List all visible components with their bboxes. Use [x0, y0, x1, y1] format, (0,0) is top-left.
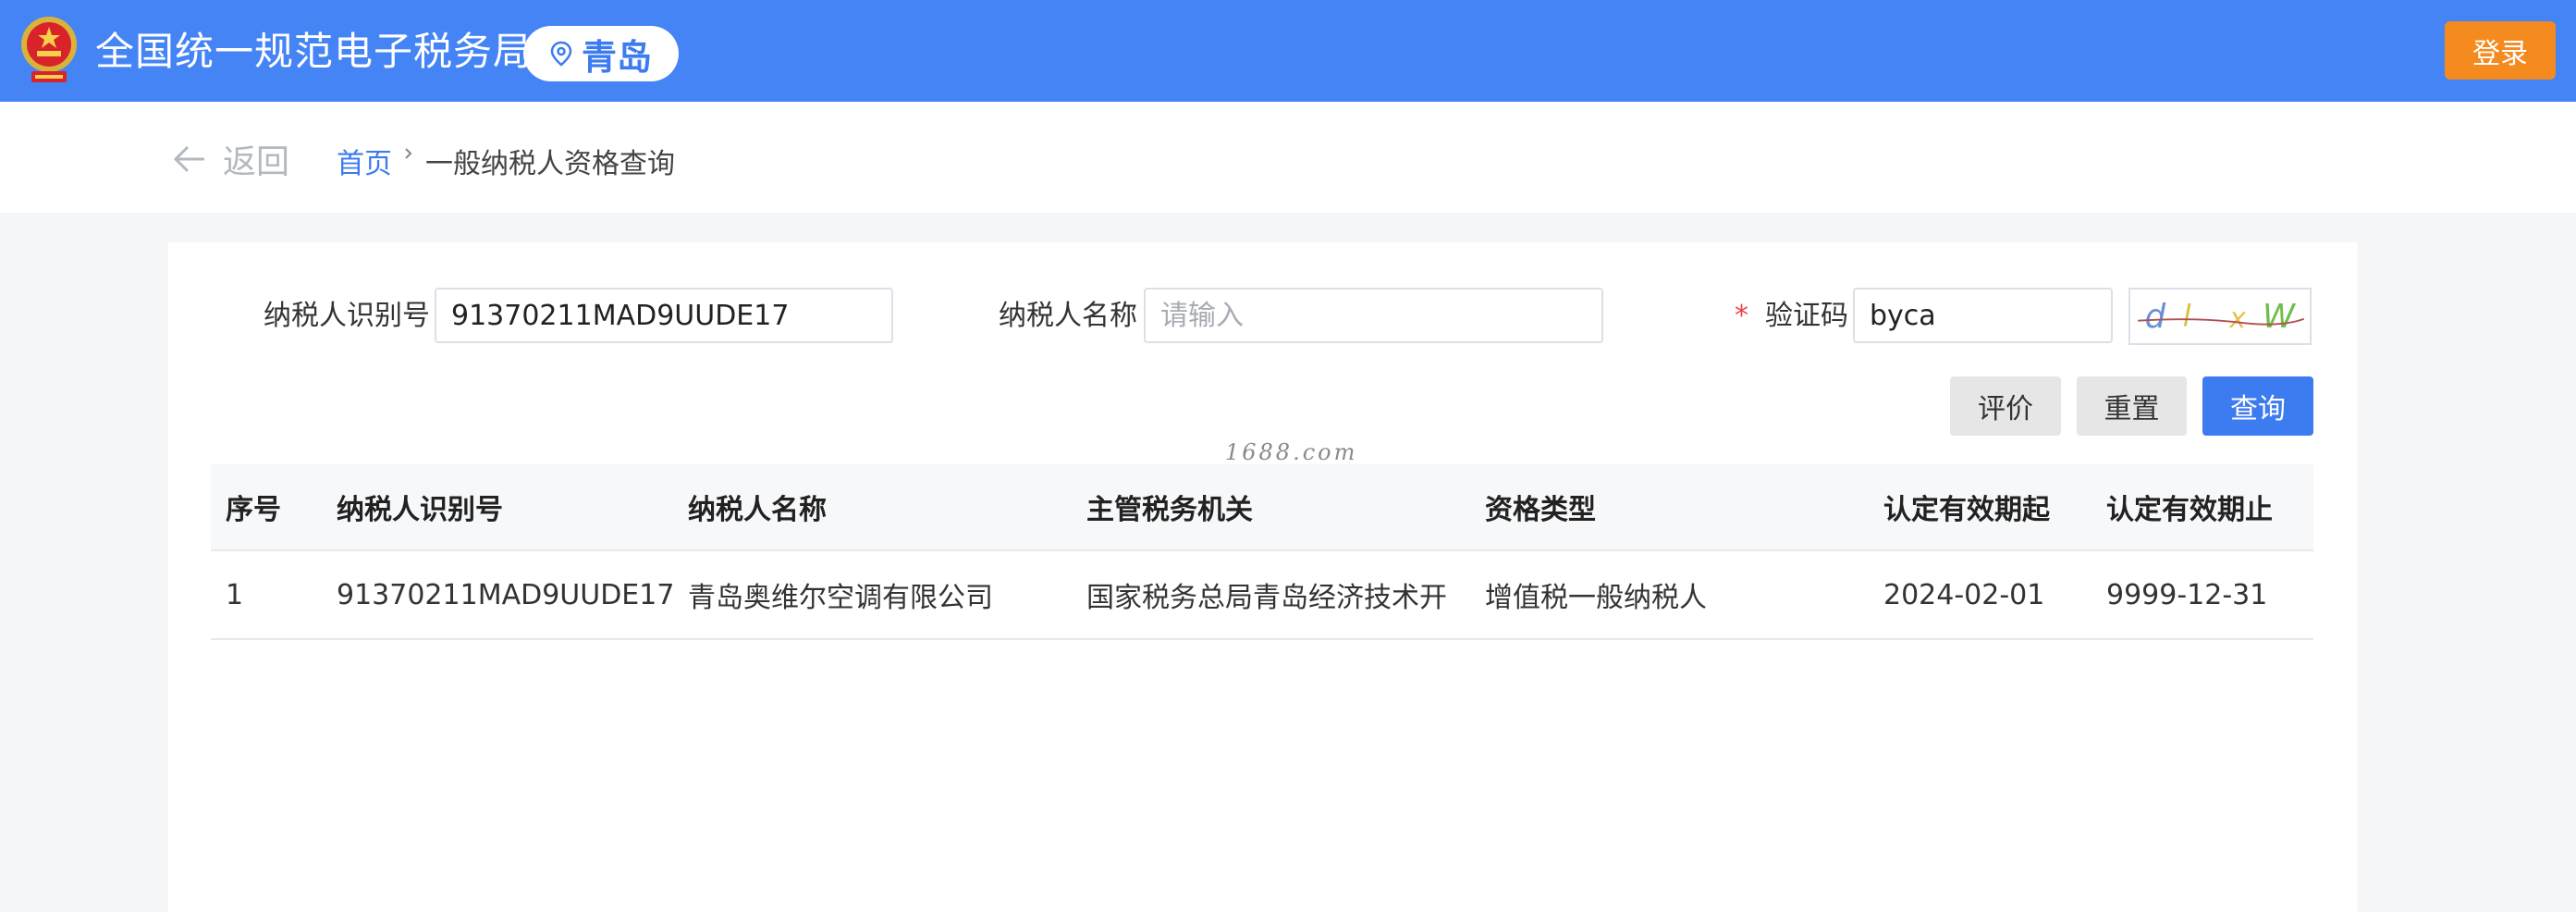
- login-button[interactable]: 登录: [2445, 21, 2556, 80]
- taxpayer-id-label: 纳税人识别号: [264, 300, 430, 332]
- top-header: 全国统一规范电子税务局 青岛 登录: [0, 0, 2576, 102]
- captcha-image[interactable]: d l x W: [2128, 288, 2312, 345]
- taxpayer-name-label: 纳税人名称: [999, 300, 1137, 332]
- column-header: 序号: [226, 494, 281, 526]
- watermark: 1688.com: [1225, 439, 1358, 465]
- captcha-char: d: [2145, 298, 2166, 336]
- table-header: 序号 纳税人识别号 纳税人名称 主管税务机关 资格类型 认定有效期起 认定有效期…: [211, 464, 2313, 551]
- column-header: 认定有效期起: [1883, 494, 2050, 526]
- reset-button[interactable]: 重置: [2077, 376, 2187, 436]
- table-cell: 9999-12-31: [2106, 578, 2268, 611]
- location-pin-icon: [550, 41, 572, 67]
- region-label: 青岛: [581, 36, 652, 78]
- site-title: 全国统一规范电子税务局: [95, 29, 534, 74]
- national-emblem-icon: [21, 17, 77, 82]
- column-header: 主管税务机关: [1086, 494, 1253, 526]
- captcha-char: W: [2263, 298, 2297, 336]
- taxpayer-id-input[interactable]: [435, 288, 893, 343]
- breadcrumb-bar: 返回 首页 一般纳税人资格查询: [0, 102, 2576, 213]
- evaluate-button[interactable]: 评价: [1950, 376, 2061, 436]
- chevron-right-icon: [405, 148, 412, 159]
- back-button[interactable]: 返回: [171, 135, 289, 183]
- table-cell: 2024-02-01: [1883, 578, 2045, 611]
- breadcrumb-home-link[interactable]: 首页: [337, 141, 392, 181]
- captcha-input[interactable]: [1853, 288, 2113, 343]
- query-panel: 纳税人识别号 纳税人名称 * 验证码 d l x W 评价 重置 查询 1688.…: [168, 242, 2358, 912]
- table-cell: 91370211MAD9UUDE17: [337, 578, 675, 611]
- captcha-char: x: [2228, 302, 2246, 335]
- column-header: 纳税人识别号: [337, 494, 503, 526]
- query-button[interactable]: 查询: [2202, 376, 2313, 436]
- table-row[interactable]: 1 91370211MAD9UUDE17 青岛奥维尔空调有限公司 国家税务总局青…: [211, 551, 2313, 640]
- table-cell: 国家税务总局青岛经济技术开...: [1086, 582, 1447, 614]
- results-table: 序号 纳税人识别号 纳税人名称 主管税务机关 资格类型 认定有效期起 认定有效期…: [211, 464, 2313, 640]
- breadcrumb-current: 一般纳税人资格查询: [425, 148, 675, 180]
- column-header: 资格类型: [1485, 494, 1596, 526]
- required-mark: *: [1735, 300, 1748, 332]
- arrow-left-icon: [173, 145, 204, 173]
- table-cell: 1: [226, 578, 244, 611]
- captcha-char: l: [2183, 299, 2191, 333]
- back-label: 返回: [223, 143, 290, 181]
- captcha-label-text: 验证码: [1765, 300, 1848, 332]
- column-header: 认定有效期止: [2106, 494, 2273, 526]
- taxpayer-name-input[interactable]: [1144, 288, 1603, 343]
- table-cell: 青岛奥维尔空调有限公司: [688, 582, 993, 614]
- region-selector[interactable]: 青岛: [523, 26, 679, 81]
- table-cell: 增值税一般纳税人: [1485, 582, 1707, 614]
- captcha-label: * 验证码: [1735, 298, 1848, 335]
- column-header: 纳税人名称: [688, 494, 827, 526]
